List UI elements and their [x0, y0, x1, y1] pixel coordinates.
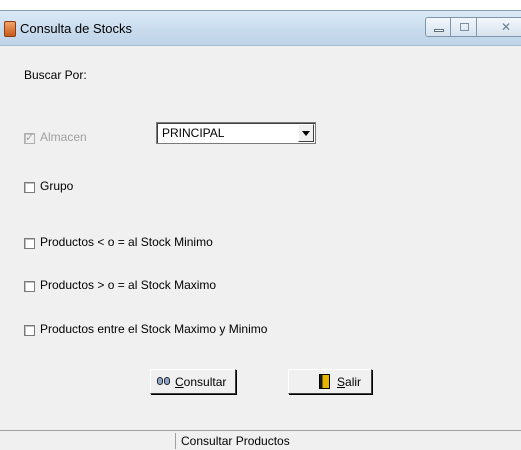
stock-entre-checkbox[interactable] — [24, 325, 35, 336]
status-text: Consultar Productos — [181, 434, 290, 448]
status-bar: Consultar Productos — [0, 430, 521, 450]
grupo-checkbox[interactable] — [24, 182, 35, 193]
almacen-select[interactable]: PRINCIPAL — [156, 122, 316, 144]
status-divider — [175, 433, 176, 449]
almacen-select-value: PRINCIPAL — [162, 126, 225, 140]
consultar-label: Consultar — [175, 375, 227, 389]
dropdown-button[interactable] — [298, 124, 314, 142]
almacen-label: Almacen — [40, 130, 87, 144]
stock-maximo-checkbox[interactable] — [24, 281, 35, 292]
title-bar[interactable]: Consulta de Stocks ✕ — [0, 11, 521, 46]
stock-minimo-checkbox[interactable] — [24, 238, 35, 249]
binoculars-icon — [157, 375, 171, 387]
stock-maximo-label: Productos > o = al Stock Maximo — [40, 278, 217, 292]
almacen-checkbox[interactable]: ✓ — [24, 132, 35, 144]
chevron-down-icon — [302, 131, 310, 136]
stock-minimo-label: Productos < o = al Stock Minimo — [40, 235, 213, 249]
salir-button[interactable]: Salir — [288, 369, 372, 394]
close-button[interactable]: ✕ — [477, 17, 521, 37]
exit-door-icon — [319, 374, 330, 389]
consultar-button[interactable]: Consultar — [150, 369, 236, 394]
consulta-stocks-window: Consulta de Stocks ✕ Buscar Por: ✓ Almac… — [0, 10, 521, 450]
checkmark-icon: ✓ — [25, 132, 35, 144]
app-icon — [4, 21, 16, 37]
grupo-label: Grupo — [40, 179, 74, 193]
minimize-button[interactable] — [425, 17, 451, 37]
minimize-icon — [434, 29, 444, 32]
maximize-button[interactable] — [451, 17, 477, 37]
buscar-por-label: Buscar Por: — [24, 68, 87, 82]
maximize-icon — [460, 23, 469, 31]
window-title: Consulta de Stocks — [20, 21, 133, 36]
close-icon: ✕ — [501, 20, 512, 34]
salir-label: Salir — [337, 375, 362, 389]
stock-entre-label: Productos entre el Stock Maximo y Minimo — [40, 322, 268, 336]
